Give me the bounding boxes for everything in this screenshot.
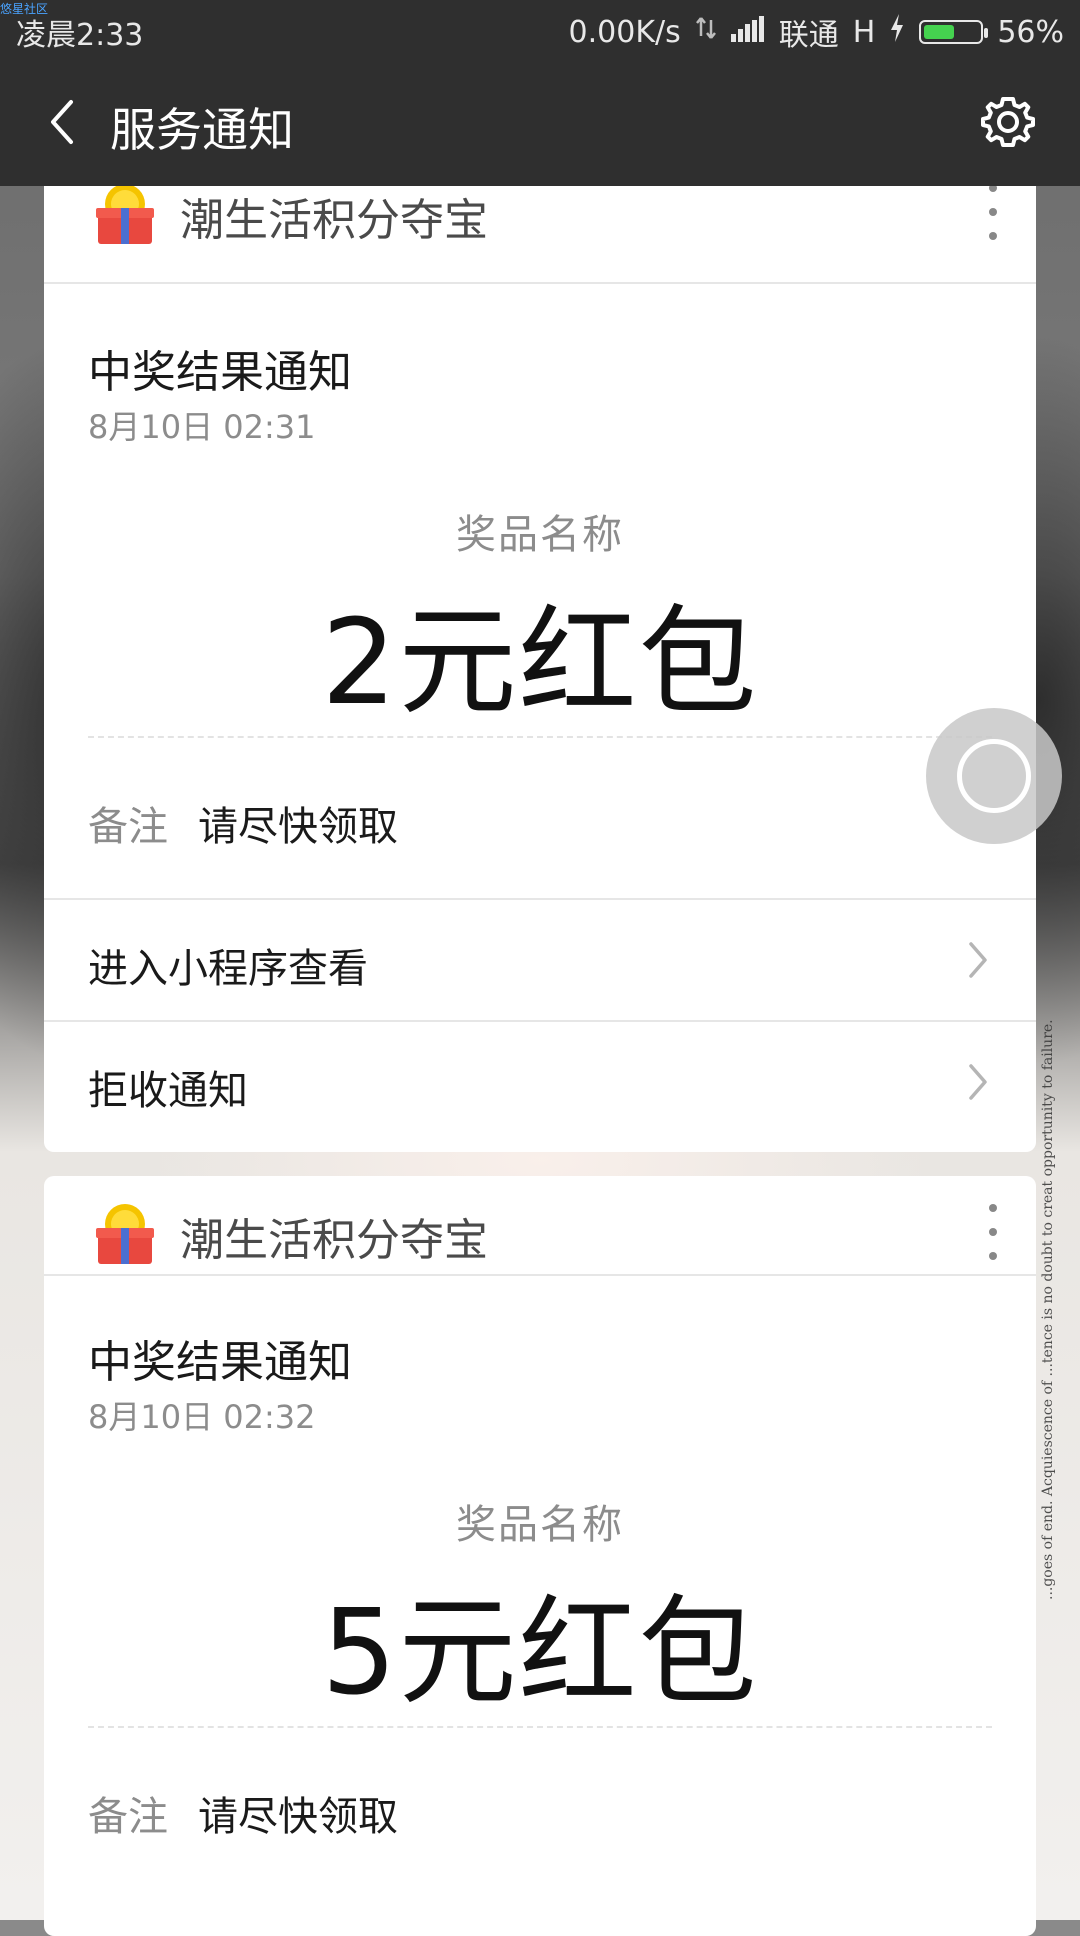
- battery-icon: [919, 20, 989, 44]
- floating-assistive-button[interactable]: [926, 708, 1062, 844]
- net-speed: 0.00K/s: [568, 14, 681, 50]
- data-transfer-icon: [695, 14, 717, 50]
- notice-title: 中奖结果通知: [88, 1337, 352, 1388]
- card-header: 潮生活积分夺宝: [44, 186, 1036, 284]
- network-type: H: [852, 14, 876, 50]
- more-dot-icon: [989, 1204, 997, 1212]
- note-label: 备注: [88, 804, 168, 850]
- notice-time: 8月10日 02:31: [88, 408, 316, 446]
- note-value: 请尽快领取: [198, 1794, 398, 1840]
- gift-coin-icon: [96, 1204, 154, 1264]
- more-dot-icon: [989, 232, 997, 240]
- battery-level: [924, 25, 955, 39]
- note-value: 请尽快领取: [198, 804, 398, 850]
- notification-card[interactable]: 潮生活积分夺宝 中奖结果通知 8月10日 02:32 奖品名称 5元红包 备注 …: [44, 1176, 1036, 1936]
- circle-icon: [957, 739, 1031, 813]
- chevron-right-icon: [958, 1058, 998, 1106]
- more-dot-icon: [989, 186, 997, 192]
- more-dot-icon: [989, 208, 997, 216]
- card-header: 潮生活积分夺宝: [44, 1176, 1036, 1276]
- prize-label: 奖品名称: [456, 1502, 624, 1548]
- more-dot-icon: [989, 1228, 997, 1236]
- prize-label: 奖品名称: [456, 512, 624, 558]
- more-options-button[interactable]: [978, 186, 1008, 240]
- page-title: 服务通知: [110, 103, 294, 157]
- status-time: 凌晨2:33: [16, 18, 144, 53]
- prize-value: 5元红包: [321, 1583, 759, 1721]
- battery-percent: 56%: [997, 14, 1064, 50]
- more-options-button[interactable]: [978, 1204, 1008, 1260]
- more-dot-icon: [989, 1252, 997, 1260]
- open-mini-program-label: 进入小程序查看: [88, 946, 368, 992]
- gear-icon: [981, 97, 1035, 147]
- note-label: 备注: [88, 1794, 168, 1840]
- settings-button[interactable]: [976, 90, 1040, 154]
- mini-program-name: 潮生活积分夺宝: [180, 195, 488, 246]
- divider: [88, 1726, 992, 1728]
- chevron-right-icon: [958, 936, 998, 984]
- divider: [88, 736, 992, 738]
- mini-program-name: 潮生活积分夺宝: [180, 1215, 488, 1266]
- open-mini-program-row[interactable]: 进入小程序查看: [44, 898, 1036, 1020]
- signal-icon: [730, 15, 765, 50]
- background-side-text: ...goes of end. Acquiescence of ...tence…: [1040, 1019, 1056, 1600]
- notice-title: 中奖结果通知: [88, 347, 352, 398]
- app-bar: 服务通知: [0, 56, 1080, 186]
- status-indicators: 0.00K/s 联通 H 56%: [569, 10, 1064, 54]
- back-button[interactable]: [30, 90, 94, 154]
- charging-icon: [889, 14, 905, 50]
- reject-notification-row[interactable]: 拒收通知: [44, 1020, 1036, 1142]
- reject-notification-label: 拒收通知: [88, 1068, 248, 1114]
- status-bar: 悠星社区 凌晨2:33 0.00K/s 联通 H 56%: [0, 0, 1080, 56]
- notification-card[interactable]: 潮生活积分夺宝 中奖结果通知 8月10日 02:31 奖品名称 2元红包 备注 …: [44, 186, 1036, 1152]
- notice-time: 8月10日 02:32: [88, 1398, 316, 1436]
- gift-coin-icon: [96, 186, 154, 244]
- prize-value: 2元红包: [321, 593, 759, 731]
- chevron-left-icon: [51, 100, 73, 144]
- carrier-name: 联通: [778, 18, 839, 53]
